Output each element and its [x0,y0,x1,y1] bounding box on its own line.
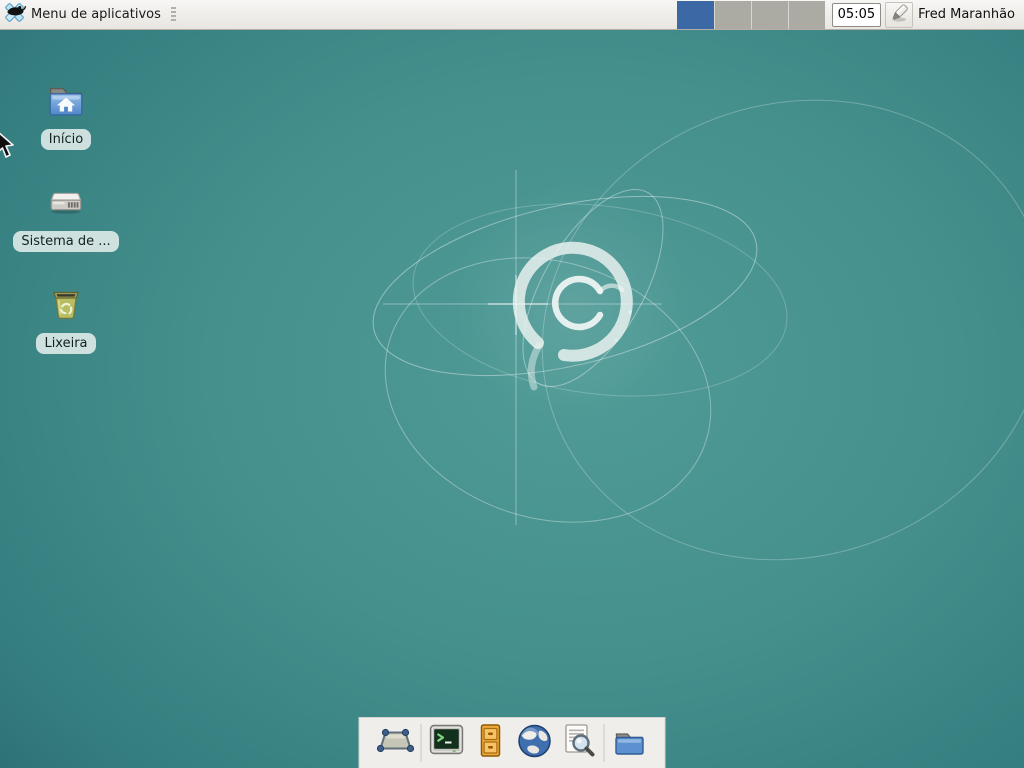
bottom-dock [359,717,666,768]
home-folder-icon [43,78,89,124]
workspace-switcher [677,1,825,29]
hard-drive-icon [43,180,89,226]
app-finder-button[interactable] [556,721,600,765]
applications-menu-label: Menu de aplicativos [31,7,161,22]
dock-separator [420,724,421,762]
document-search-icon [558,721,598,765]
desktop-icon-home[interactable]: Início [16,78,116,150]
desktop-icon-label: Lixeira [36,333,95,354]
trash-bin-icon [43,282,89,328]
desktop[interactable]: Início Sistema de ... [0,30,1024,768]
show-desktop-button[interactable] [373,721,417,765]
applications-menu-button[interactable]: Menu de aplicativos [0,0,180,29]
show-desktop-icon [375,721,415,765]
web-browser-globe-icon [514,721,554,765]
panel-handle-grip[interactable] [171,7,176,23]
panel-tool-button[interactable] [885,2,913,28]
terminal-icon [426,721,466,765]
workspace-1[interactable] [677,1,714,29]
top-panel: Menu de aplicativos 05:05 Fred Maranhão [0,0,1024,30]
desktop-icon-label: Sistema de ... [13,231,118,252]
terminal-button[interactable] [424,721,468,765]
user-name-label[interactable]: Fred Maranhão [918,7,1015,22]
dock-separator [603,724,604,762]
desktop-icon-label: Início [41,129,91,150]
debian-swirl-wallpaper [0,30,1024,768]
xfce-mouse-logo-icon [3,1,26,28]
file-cabinet-button[interactable] [468,721,512,765]
file-manager-folder-icon [609,721,649,765]
panel-clock[interactable]: 05:05 [832,3,881,27]
file-cabinet-icon [470,721,510,765]
workspace-4[interactable] [788,1,825,29]
workspace-3[interactable] [751,1,788,29]
desktop-icon-filesystem[interactable]: Sistema de ... [16,180,116,252]
desktop-icon-trash[interactable]: Lixeira [16,282,116,354]
pen-eraser-icon [888,2,910,28]
workspace-2[interactable] [714,1,751,29]
file-manager-button[interactable] [607,721,651,765]
web-browser-button[interactable] [512,721,556,765]
